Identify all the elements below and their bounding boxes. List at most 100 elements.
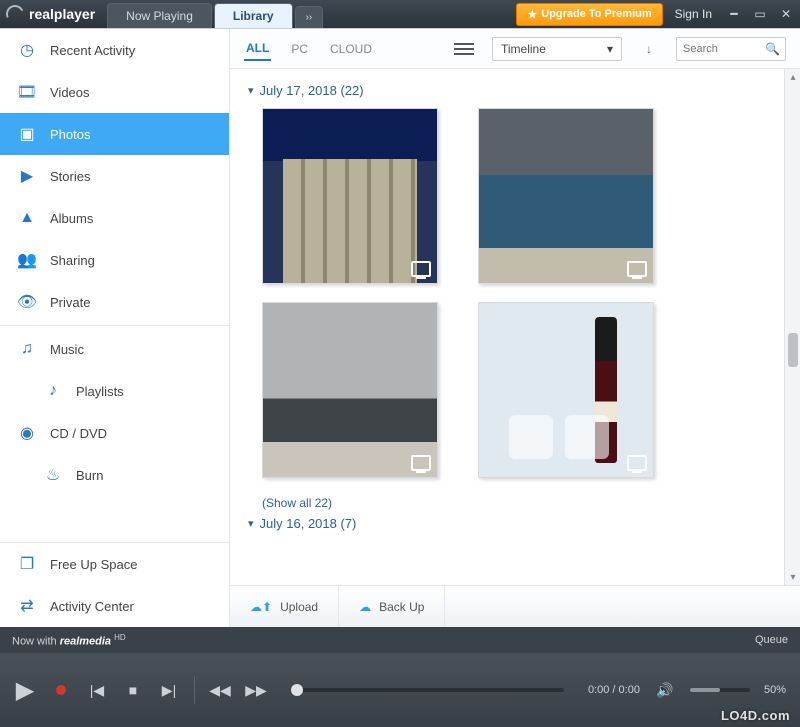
search-input[interactable]: [683, 43, 761, 55]
watermark-text: LO4D.com: [721, 708, 790, 723]
sidebar-item-cd-dvd[interactable]: ◉ CD / DVD: [0, 412, 229, 454]
timeline-dropdown[interactable]: Timeline ▾: [492, 37, 622, 61]
filter-cloud[interactable]: CLOUD: [328, 38, 374, 60]
filter-all[interactable]: ALL: [244, 37, 271, 61]
status-hd: HD: [114, 633, 126, 642]
main-body: ◷ Recent Activity 🎞 Videos ▣ Photos ▶ St…: [0, 28, 800, 627]
scroll-thumb[interactable]: [788, 333, 798, 367]
sidebar-item-sharing[interactable]: 👥 Sharing: [0, 239, 229, 281]
sidebar-item-activity-center[interactable]: ⇄ Activity Center: [0, 585, 229, 627]
player-divider: [194, 676, 195, 704]
transfer-icon: ⇄: [16, 595, 38, 617]
upgrade-button[interactable]: ★ Upgrade To Premium: [516, 3, 662, 26]
chevron-down-icon: ▾: [607, 42, 613, 56]
view-list-icon[interactable]: [454, 39, 474, 59]
photo-thumbnail[interactable]: [478, 108, 654, 284]
sidebar-item-playlists[interactable]: ♪ Playlists: [0, 370, 229, 412]
play-button[interactable]: ▶: [14, 679, 36, 701]
timeline-label: Timeline: [501, 42, 546, 56]
tab-now-playing[interactable]: Now Playing: [107, 3, 212, 28]
device-pc-icon: [627, 261, 647, 277]
cloud-backup-icon: ☁: [359, 600, 371, 614]
stop-button[interactable]: ■: [122, 679, 144, 701]
sidebar-divider: [0, 325, 229, 326]
music-icon: ♫: [16, 338, 38, 360]
disc-icon: ◉: [16, 422, 38, 444]
stack-icon: ❐: [16, 553, 38, 575]
rewind-button[interactable]: ◀◀: [209, 679, 231, 701]
previous-track-button[interactable]: |◀: [86, 679, 108, 701]
sidebar-item-label: Albums: [50, 211, 93, 226]
group-label: July 17, 2018 (22): [260, 83, 364, 98]
record-button[interactable]: [50, 679, 72, 701]
photo-thumbnail[interactable]: [262, 302, 438, 478]
tab-more[interactable]: ››: [295, 6, 324, 28]
sidebar-item-label: Videos: [50, 85, 90, 100]
burn-icon: ♨: [42, 464, 64, 486]
upload-button[interactable]: ☁⬆ Upload: [230, 586, 339, 627]
thumbnail-row: [262, 302, 782, 478]
star-icon: ★: [527, 8, 537, 21]
status-nowwith: Now with: [12, 635, 60, 647]
volume-icon[interactable]: 🔊: [654, 679, 676, 701]
backup-label: Back Up: [379, 600, 424, 614]
action-bar: ☁⬆ Upload ☁ Back Up: [230, 585, 800, 627]
minimize-button[interactable]: ━: [726, 7, 742, 21]
albums-icon: ▲: [16, 207, 38, 229]
photo-content: ▾ July 17, 2018 (22) (Show all 22): [230, 69, 800, 585]
chevron-down-icon: ▾: [248, 517, 254, 530]
sign-in-link[interactable]: Sign In: [675, 7, 712, 21]
playlist-icon: ♪: [42, 380, 64, 402]
sidebar-item-free-up-space[interactable]: ❐ Free Up Space: [0, 543, 229, 585]
scroll-up-icon[interactable]: ▴: [785, 69, 800, 85]
group-label: July 16, 2018 (7): [260, 516, 357, 531]
tab-library[interactable]: Library: [214, 3, 293, 28]
sidebar-item-burn[interactable]: ♨ Burn: [0, 454, 229, 496]
next-track-button[interactable]: ▶|: [158, 679, 180, 701]
time-display: 0:00 / 0:00: [588, 684, 640, 696]
logo-swoosh-icon: [3, 2, 26, 25]
backup-button[interactable]: ☁ Back Up: [339, 586, 445, 627]
main-tabs: Now Playing Library ››: [107, 0, 325, 28]
photo-icon: ▣: [16, 123, 38, 145]
scroll-down-icon[interactable]: ▾: [785, 569, 800, 585]
sidebar-item-music[interactable]: ♫ Music: [0, 328, 229, 370]
volume-slider[interactable]: [690, 688, 750, 692]
sidebar-item-photos[interactable]: ▣ Photos: [0, 113, 229, 155]
search-box[interactable]: 🔍: [676, 37, 786, 61]
titlebar: realplayer Now Playing Library ›› ★ Upgr…: [0, 0, 800, 28]
sidebar-item-private[interactable]: 👁 Private: [0, 281, 229, 323]
forward-button[interactable]: ▶▶: [245, 679, 267, 701]
filter-bar: ALL PC CLOUD Timeline ▾ ↓ 🔍: [230, 29, 800, 69]
seek-knob[interactable]: [291, 684, 303, 696]
sidebar-item-stories[interactable]: ▶ Stories: [0, 155, 229, 197]
vertical-scrollbar[interactable]: ▴ ▾: [784, 69, 800, 585]
maximize-button[interactable]: ▭: [752, 7, 768, 21]
queue-link[interactable]: Queue: [755, 634, 788, 646]
logo-text: realplayer: [29, 6, 95, 22]
status-bar: Now with realmedia HD Queue: [0, 627, 800, 653]
filter-pc[interactable]: PC: [289, 38, 310, 60]
group-header[interactable]: ▾ July 17, 2018 (22): [248, 83, 782, 98]
sort-direction-button[interactable]: ↓: [640, 40, 658, 58]
sidebar-item-recent-activity[interactable]: ◷ Recent Activity: [0, 29, 229, 71]
search-icon: 🔍: [765, 42, 780, 56]
photo-thumbnail[interactable]: [478, 302, 654, 478]
close-button[interactable]: ✕: [778, 7, 794, 21]
seek-slider[interactable]: [291, 688, 564, 692]
sidebar-item-videos[interactable]: 🎞 Videos: [0, 71, 229, 113]
device-pc-icon: [627, 455, 647, 471]
sidebar-item-label: Stories: [50, 169, 90, 184]
chevron-down-icon: ▾: [248, 84, 254, 97]
sidebar-item-label: Playlists: [76, 384, 124, 399]
sidebar-item-label: Recent Activity: [50, 43, 135, 58]
photo-thumbnail[interactable]: [262, 108, 438, 284]
group-header[interactable]: ▾ July 16, 2018 (7): [248, 516, 782, 531]
window-controls: ━ ▭ ✕: [726, 7, 794, 21]
show-all-link[interactable]: (Show all 22): [262, 496, 782, 510]
sidebar-item-label: Music: [50, 342, 84, 357]
clock-icon: ◷: [16, 39, 38, 61]
sidebar-item-albums[interactable]: ▲ Albums: [0, 197, 229, 239]
sharing-icon: 👥: [16, 249, 38, 271]
sidebar: ◷ Recent Activity 🎞 Videos ▣ Photos ▶ St…: [0, 29, 230, 627]
